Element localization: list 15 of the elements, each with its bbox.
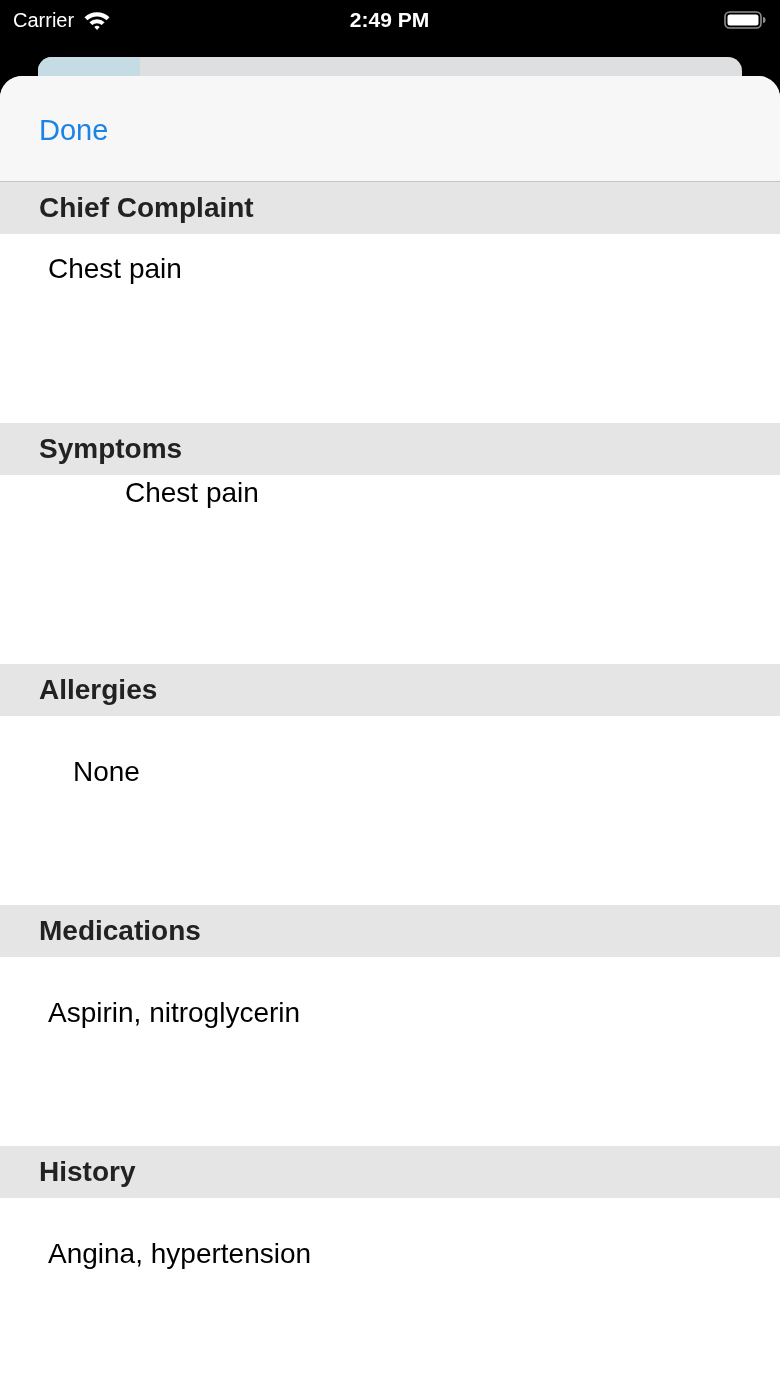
- section-text: Aspirin, nitroglycerin: [48, 996, 301, 1030]
- section-title: Medications: [39, 915, 201, 947]
- section-text: Chest pain: [48, 252, 182, 286]
- status-time: 2:49 PM: [349, 8, 430, 32]
- wifi-icon: [83, 10, 112, 30]
- battery-icon: [724, 11, 766, 29]
- carrier-label: Carrier: [13, 8, 75, 32]
- section-title: History: [39, 1156, 136, 1188]
- section-title: Symptoms: [39, 433, 183, 465]
- section-text: None: [73, 755, 140, 789]
- section-text: Angina, hypertension: [48, 1237, 312, 1271]
- done-button[interactable]: Done: [39, 110, 109, 151]
- section-title: Chief Complaint: [39, 192, 254, 224]
- section-text: Chest pain: [125, 476, 259, 510]
- section-title: Allergies: [39, 674, 158, 706]
